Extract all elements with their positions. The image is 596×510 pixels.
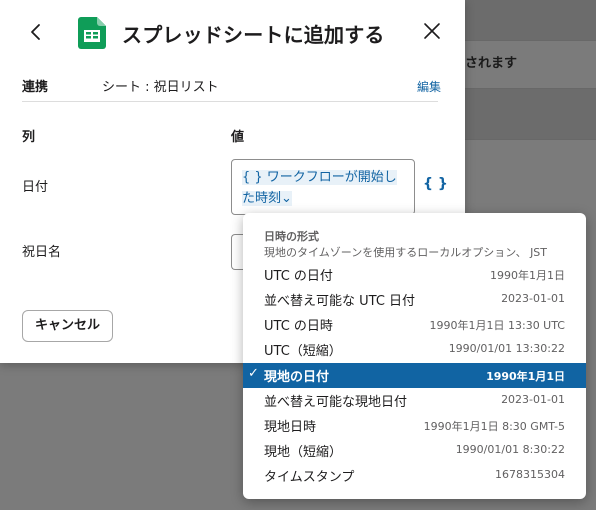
- value-header: 値: [231, 130, 245, 145]
- menu-item-example: 2023-01-01: [501, 393, 565, 406]
- menu-subheading: 現地のタイムゾーンを使用するローカルオプション、 JST: [264, 246, 548, 259]
- cancel-button[interactable]: キャンセル: [22, 310, 113, 342]
- edit-link[interactable]: 編集: [417, 78, 441, 95]
- token-text: た時刻: [242, 191, 282, 206]
- menu-item-utc-datetime[interactable]: UTC の日時 1990年1月1日 13:30 UTC: [243, 312, 586, 337]
- menu-item-local-short[interactable]: 現地（短縮） 1990/01/01 8:30:22: [243, 438, 586, 463]
- row-label-holiday-name: 祝日名: [22, 245, 62, 260]
- menu-item-timestamp[interactable]: タイムスタンプ 1678315304: [243, 463, 586, 488]
- token-text: { } ワークフローが開始し: [242, 170, 397, 185]
- divider: [22, 101, 438, 102]
- menu-item-example: 1990年1月1日 8:30 GMT-5: [423, 420, 565, 433]
- menu-heading: 日時の形式: [264, 230, 319, 243]
- menu-item-example: 1990年1月1日: [490, 269, 565, 282]
- background-divider: [465, 40, 596, 41]
- menu-item-label: 現地日時: [264, 420, 317, 435]
- chevron-left-icon: [31, 24, 40, 40]
- menu-item-example: 1678315304: [495, 468, 565, 481]
- close-button[interactable]: [421, 20, 443, 42]
- modal-header: スプレッドシートに追加する: [0, 0, 465, 64]
- background-divider: [465, 139, 596, 140]
- row-label-date: 日付: [22, 180, 49, 195]
- close-icon: [424, 23, 440, 39]
- back-button[interactable]: [24, 20, 48, 44]
- menu-item-example: 1990年1月1日 13:30 UTC: [429, 319, 566, 332]
- menu-item-sortable-utc-date[interactable]: 並べ替え可能な UTC 日付 2023-01-01: [243, 287, 586, 312]
- modal-title: スプレッドシートに追加する: [122, 23, 385, 47]
- google-sheets-icon: [78, 17, 106, 49]
- menu-item-label: 並べ替え可能な現地日付: [264, 395, 408, 410]
- workflow-start-time-token[interactable]: { } ワークフローが開始し た時刻⌄: [242, 167, 402, 209]
- menu-item-label: 並べ替え可能な UTC 日付: [264, 294, 416, 309]
- menu-item-sortable-local-date[interactable]: 並べ替え可能な現地日付 2023-01-01: [243, 388, 586, 413]
- menu-item-label: UTC の日時: [264, 319, 333, 334]
- menu-item-example: 1990/01/01 13:30:22: [448, 342, 565, 355]
- connection-value: シート : 祝日リスト: [102, 80, 219, 95]
- menu-item-label: タイムスタンプ: [264, 470, 355, 485]
- menu-item-example: 2023-01-01: [501, 292, 565, 305]
- connection-label: 連携: [22, 80, 49, 95]
- menu-item-example: 1990年1月1日: [486, 370, 565, 383]
- datetime-format-menu: 日時の形式 現地のタイムゾーンを使用するローカルオプション、 JST UTC の…: [243, 213, 586, 499]
- menu-item-label: UTC（短縮）: [264, 344, 342, 359]
- insert-variable-button[interactable]: { }: [423, 176, 448, 192]
- date-value-field[interactable]: { } ワークフローが開始し た時刻⌄: [231, 159, 415, 215]
- menu-item-label: 現地（短縮）: [264, 445, 343, 460]
- menu-item-local-datetime[interactable]: 現地日時 1990年1月1日 8:30 GMT-5: [243, 413, 586, 438]
- chevron-down-icon: ⌄: [281, 191, 292, 206]
- check-icon: ✓: [248, 366, 259, 381]
- menu-item-example: 1990/01/01 8:30:22: [455, 443, 565, 456]
- menu-item-utc-date[interactable]: UTC の日付 1990年1月1日: [243, 262, 586, 287]
- column-header: 列: [22, 130, 36, 145]
- background-notice: されます: [465, 56, 518, 71]
- background-strip: [465, 89, 596, 139]
- background-strip: [465, 0, 596, 40]
- menu-item-utc-short[interactable]: UTC（短縮） 1990/01/01 13:30:22: [243, 337, 586, 362]
- menu-item-label: 現地の日付: [264, 370, 330, 385]
- menu-item-local-date[interactable]: ✓ 現地の日付 1990年1月1日: [243, 363, 586, 388]
- menu-item-label: UTC の日付: [264, 269, 333, 284]
